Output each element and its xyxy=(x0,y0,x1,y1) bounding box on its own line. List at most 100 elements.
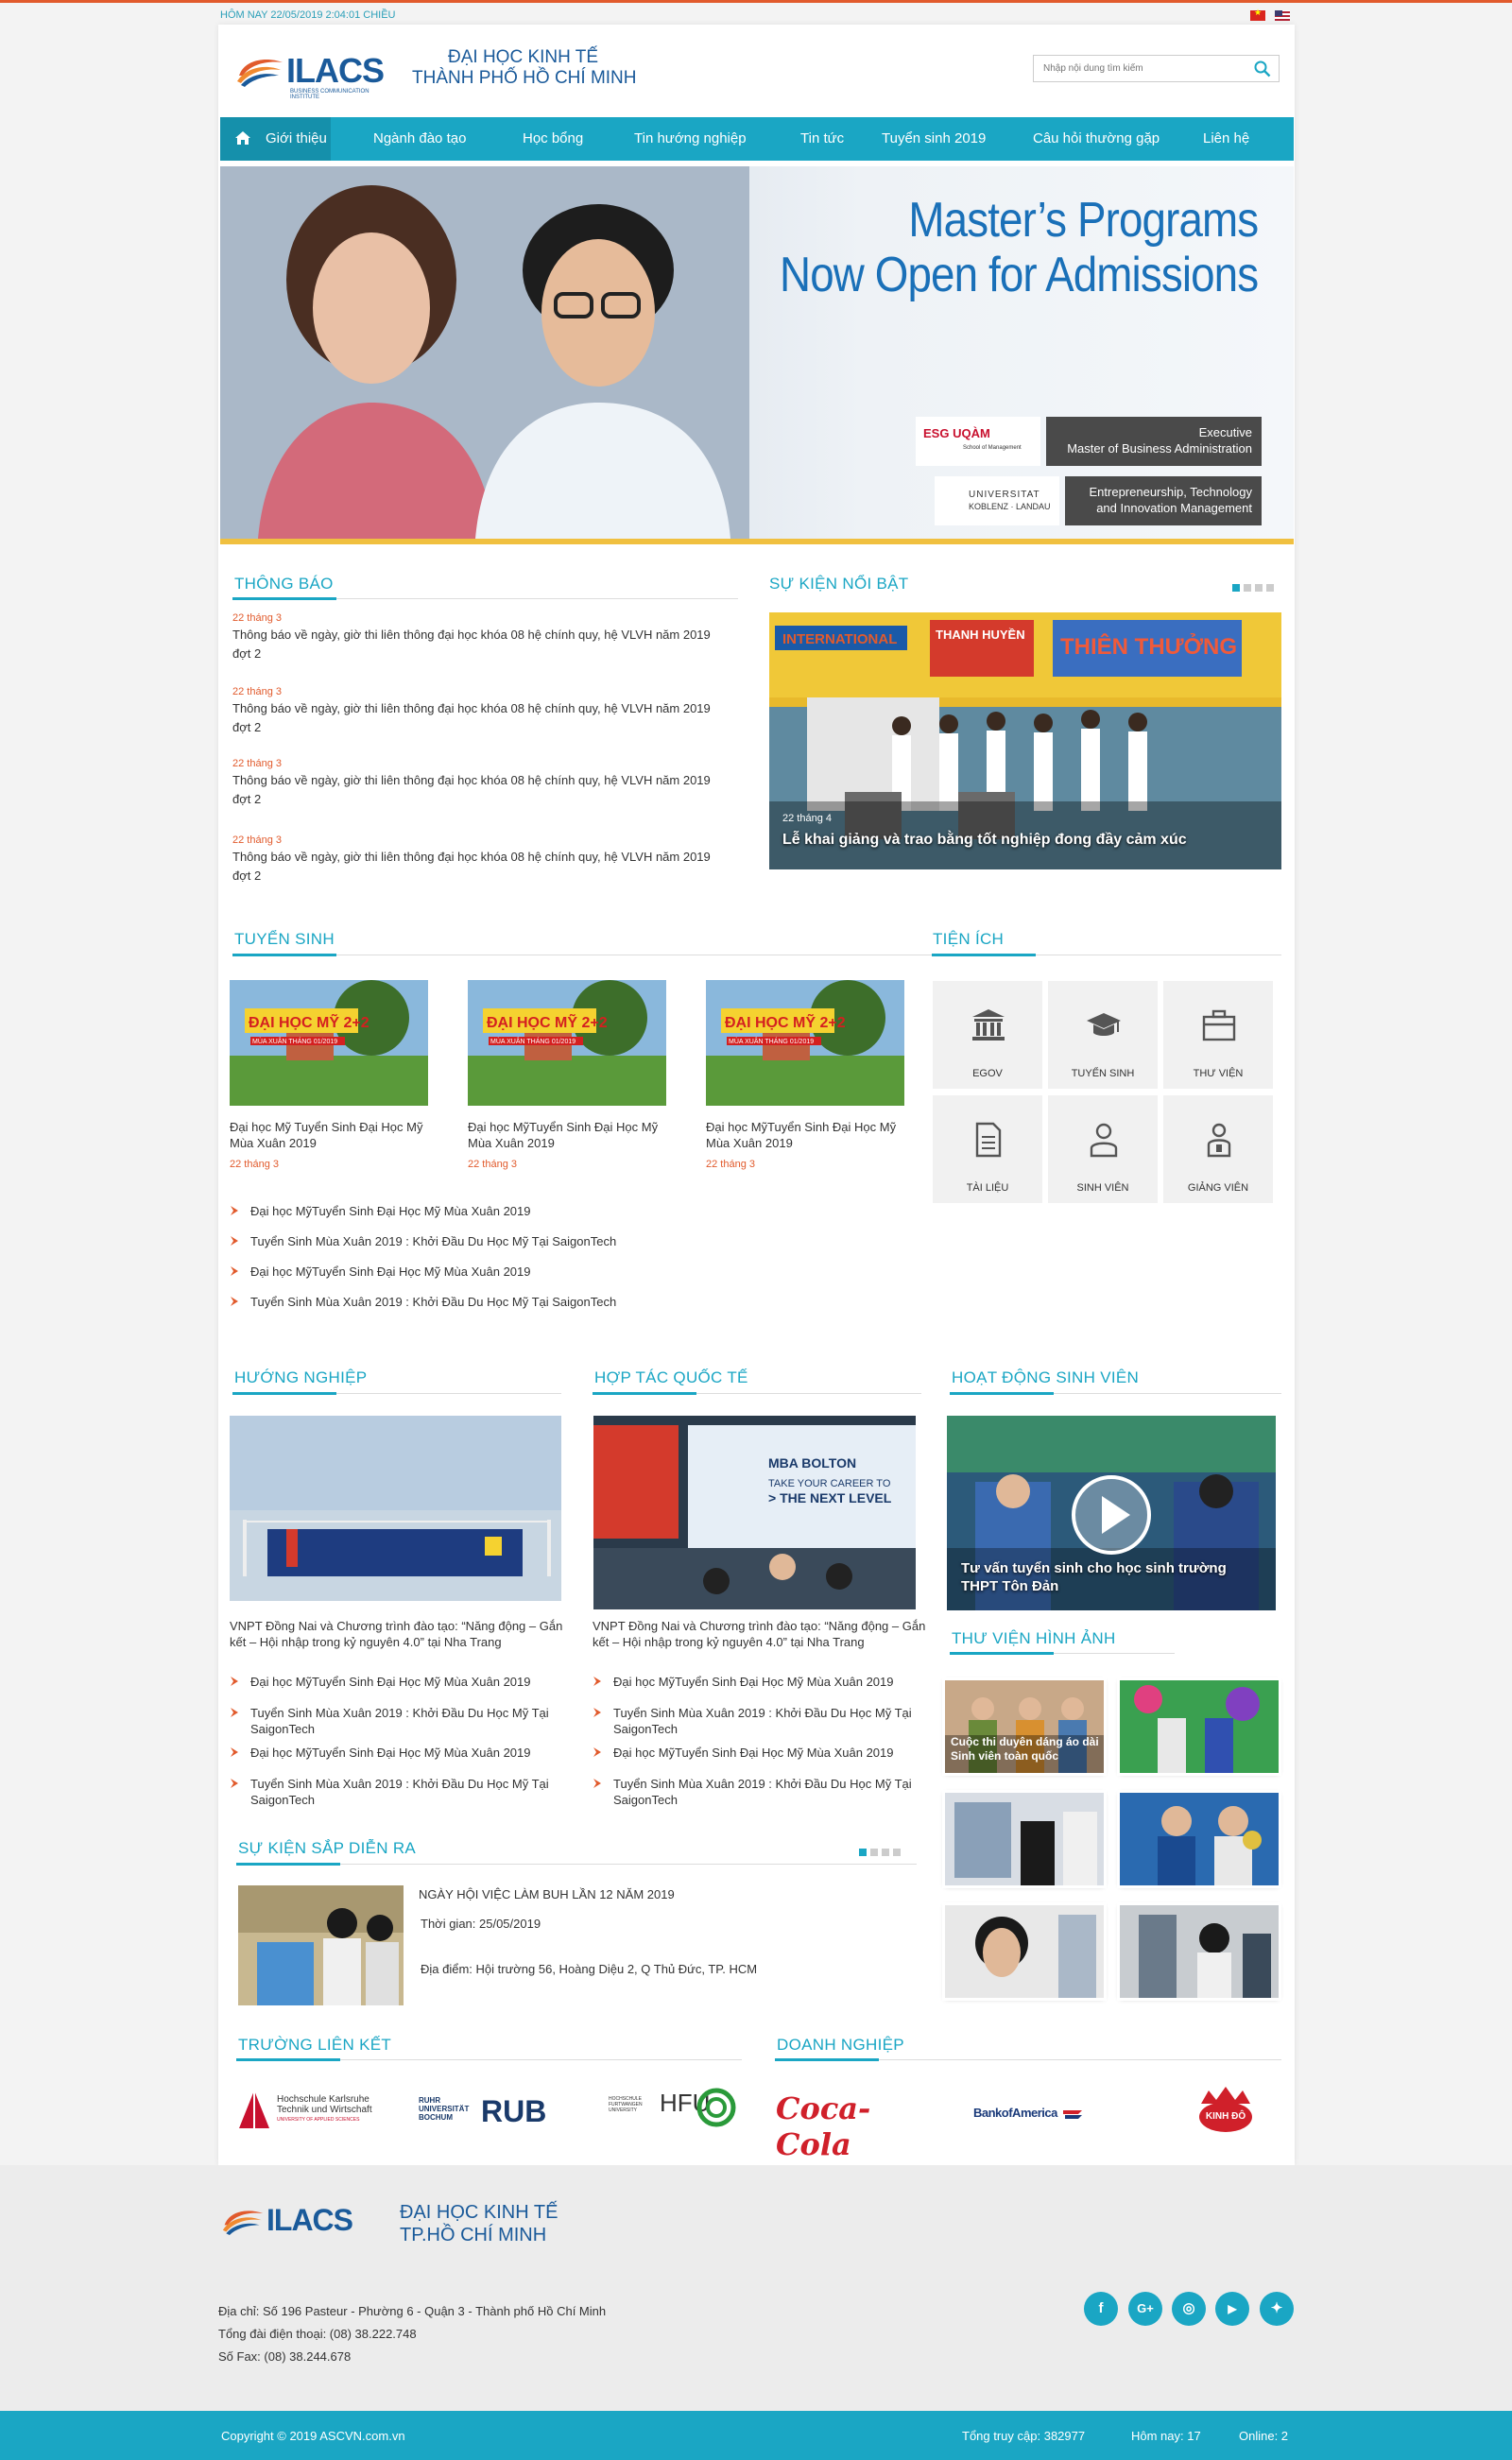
search-input[interactable] xyxy=(1034,56,1242,80)
notice-text[interactable]: Thông báo về ngày, giờ thi liên thông đạ… xyxy=(232,771,724,809)
list-item-label[interactable]: Tuyển Sinh Mùa Xuân 2019 : Khởi Đầu Du H… xyxy=(613,1706,912,1736)
cooperation-headline[interactable]: VNPT Đồng Nai và Chương trình đào tạo: “… xyxy=(593,1618,928,1650)
list-item-label[interactable]: Tuyển Sinh Mùa Xuân 2019 : Khởi Đầu Du H… xyxy=(613,1777,912,1807)
chevron-right-icon xyxy=(231,1297,238,1306)
list-item[interactable]: Tuyển Sinh Mùa Xuân 2019 : Khởi Đầu Du H… xyxy=(593,1705,919,1737)
ruhr-bochum-logo[interactable]: RUHR UNIVERSITÄT BOCHUM RUB xyxy=(419,2094,551,2132)
list-item-label[interactable]: Tuyển Sinh Mùa Xuân 2019 : Khởi Đầu Du H… xyxy=(250,1777,549,1807)
gallery-thumb[interactable] xyxy=(1120,1905,1279,1998)
list-item-label[interactable]: Tuyển Sinh Mùa Xuân 2019 : Khởi Đầu Du H… xyxy=(250,1295,616,1309)
list-item[interactable]: Tuyển Sinh Mùa Xuân 2019 : Khởi Đầu Du H… xyxy=(230,1705,551,1737)
featured-caption[interactable]: Lễ khai giảng và trao bằng tốt nghiệp đo… xyxy=(782,832,1187,849)
upcoming-event-title[interactable]: NGÀY HỘI VIỆC LÀM BUH LẦN 12 NĂM 2019 xyxy=(419,1887,675,1901)
logo-swirl-icon xyxy=(237,59,283,87)
career-headline[interactable]: VNPT Đồng Nai và Chương trình đào tạo: “… xyxy=(230,1618,565,1650)
list-item-label[interactable]: Đại học MỹTuyển Sinh Đại Học Mỹ Mùa Xuân… xyxy=(250,1675,531,1689)
list-item[interactable]: Đại học MỹTuyển Sinh Đại Học Mỹ Mùa Xuân… xyxy=(593,1674,919,1690)
list-item-label[interactable]: Tuyển Sinh Mùa Xuân 2019 : Khởi Đầu Du H… xyxy=(250,1234,616,1248)
admission-card-image[interactable]: ĐẠI HỌC MỸ 2+2 MÙA XUÂN THÁNG 01/2019 xyxy=(706,980,904,1106)
bank-of-america-logo[interactable]: BankofAmerica xyxy=(973,2106,1106,2125)
page-container: ILACS BUSINESS COMMUNICATION INSTITUTE Đ… xyxy=(218,25,1295,2165)
kinh-do-logo[interactable]: KINH ĐÔ xyxy=(1195,2083,1256,2134)
student-video[interactable]: Tư vấn tuyển sinh cho học sinh trường TH… xyxy=(947,1416,1276,1610)
admission-card[interactable]: ĐẠI HỌC MỸ 2+2 MÙA XUÂN THÁNG 01/2019 Đại… xyxy=(230,980,428,1170)
student-caption[interactable]: Tư vấn tuyển sinh cho học sinh trường TH… xyxy=(961,1559,1263,1595)
admission-card-title[interactable]: Đại học Mỹ Tuyển Sinh Đại Học Mỹ Mùa Xuâ… xyxy=(230,1119,428,1151)
university-name-line1: ĐẠI HỌC KINH TẾ xyxy=(448,47,599,67)
utility-sinh-vien[interactable]: SINH VIÊN xyxy=(1048,1095,1158,1203)
admission-card-title[interactable]: Đại học MỹTuyển Sinh Đại Học Mỹ Mùa Xuân… xyxy=(706,1119,904,1151)
list-item[interactable]: Đại học MỹTuyển Sinh Đại Học Mỹ Mùa Xuân… xyxy=(230,1264,721,1280)
gallery-thumb[interactable]: Cuộc thi duyên dáng áo dài Sinh viên toà… xyxy=(945,1680,1104,1773)
utility-giang-vien[interactable]: GIẢNG VIÊN xyxy=(1163,1095,1273,1203)
notice-item[interactable]: 22 tháng 3 Thông báo về ngày, giờ thi li… xyxy=(232,834,724,886)
utility-egov[interactable]: EGOV xyxy=(933,981,1042,1089)
list-item-label[interactable]: Đại học MỹTuyển Sinh Đại Học Mỹ Mùa Xuân… xyxy=(250,1746,531,1760)
graduation-cap-icon xyxy=(1087,1013,1121,1036)
twitter-icon[interactable]: ✦ xyxy=(1260,2292,1294,2326)
notice-text[interactable]: Thông báo về ngày, giờ thi liên thông đạ… xyxy=(232,699,724,737)
upcoming-event-image[interactable] xyxy=(238,1885,404,2005)
coca-cola-logo[interactable]: Coca-Cola xyxy=(776,2090,899,2162)
admission-card-image[interactable]: ĐẠI HỌC MỸ 2+2 MÙA XUÂN THÁNG 01/2019 xyxy=(468,980,666,1106)
nav-item-cau-hoi[interactable]: Câu hỏi thường gặp xyxy=(1033,117,1160,161)
youtube-icon[interactable]: ▶ xyxy=(1215,2292,1249,2326)
admission-card[interactable]: ĐẠI HỌC MỸ 2+2 MÙA XUÂN THÁNG 01/2019 Đại… xyxy=(706,980,904,1170)
google-plus-icon[interactable]: G+ xyxy=(1128,2292,1162,2326)
notice-item[interactable]: 22 tháng 3 Thông báo về ngày, giờ thi li… xyxy=(232,686,724,737)
list-item[interactable]: Đại học MỹTuyển Sinh Đại Học Mỹ Mùa Xuân… xyxy=(230,1674,551,1690)
notice-item[interactable]: 22 tháng 3 Thông báo về ngày, giờ thi li… xyxy=(232,612,724,663)
upcoming-slider-dots[interactable] xyxy=(859,1845,904,1856)
list-item[interactable]: Tuyển Sinh Mùa Xuân 2019 : Khởi Đầu Du H… xyxy=(230,1776,551,1808)
list-item[interactable]: Tuyển Sinh Mùa Xuân 2019 : Khởi Đầu Du H… xyxy=(593,1776,919,1808)
search-icon[interactable] xyxy=(1254,60,1271,77)
notice-text[interactable]: Thông báo về ngày, giờ thi liên thông đạ… xyxy=(232,626,724,663)
gallery-thumb[interactable] xyxy=(945,1905,1104,1998)
list-item-label[interactable]: Đại học MỹTuyển Sinh Đại Học Mỹ Mùa Xuân… xyxy=(250,1264,531,1279)
cooperation-image[interactable]: MBA BOLTON TAKE YOUR CAREER TO > THE NEXT … xyxy=(593,1416,916,1609)
nav-item-gioi-thieu[interactable]: Giới thiệu xyxy=(220,117,331,161)
nav-item-nganh-dao-tao[interactable]: Ngành đào tạo xyxy=(373,117,466,161)
admission-card-title[interactable]: Đại học MỹTuyển Sinh Đại Học Mỹ Mùa Xuân… xyxy=(468,1119,666,1151)
utility-tuyen-sinh[interactable]: TUYỂN SINH xyxy=(1048,981,1158,1089)
list-item[interactable]: Tuyển Sinh Mùa Xuân 2019 : Khởi Đầu Du H… xyxy=(230,1294,721,1310)
nav-item-tin-tuc[interactable]: Tin tức xyxy=(800,117,844,161)
hero-banner[interactable]: Master’s Programs Now Open for Admission… xyxy=(220,166,1294,539)
admission-card[interactable]: ĐẠI HỌC MỸ 2+2 MÙA XUÂN THÁNG 01/2019 Đại… xyxy=(468,980,666,1170)
hfu-logo[interactable]: HOCHSCHULE FURTWANGEN UNIVERSITY HFU xyxy=(609,2085,741,2132)
facebook-icon[interactable]: f xyxy=(1084,2292,1118,2326)
site-logo[interactable]: ILACS BUSINESS COMMUNICATION INSTITUTE xyxy=(235,47,391,100)
nav-item-tin-huong-nghiep[interactable]: Tin hướng nghiệp xyxy=(634,117,747,161)
admission-card-image[interactable]: ĐẠI HỌC MỸ 2+2 MÙA XUÂN THÁNG 01/2019 xyxy=(230,980,428,1106)
list-item[interactable]: Tuyển Sinh Mùa Xuân 2019 : Khởi Đầu Du H… xyxy=(230,1233,721,1249)
hochschule-karlsruhe-logo[interactable]: Hochschule Karlsruhe Technik und Wirtsch… xyxy=(235,2087,377,2134)
notice-item[interactable]: 22 tháng 3 Thông báo về ngày, giờ thi li… xyxy=(232,758,724,809)
career-image[interactable] xyxy=(230,1416,561,1601)
notice-text[interactable]: Thông báo về ngày, giờ thi liên thông đạ… xyxy=(232,848,724,886)
english-flag-icon[interactable] xyxy=(1275,10,1290,21)
featured-event[interactable]: INTERNATIONAL THANH HUYỀN THIÊN THƯỞNG 2… xyxy=(769,612,1281,869)
notice-date: 22 tháng 3 xyxy=(232,686,282,697)
gallery-thumb[interactable] xyxy=(1120,1680,1279,1773)
utility-thu-vien[interactable]: THƯ VIỆN xyxy=(1163,981,1273,1089)
esg-logo-sub: School of Management xyxy=(963,445,1022,451)
nav-item-lien-he[interactable]: Liên hệ xyxy=(1203,117,1249,161)
list-item[interactable]: Đại học MỹTuyển Sinh Đại Học Mỹ Mùa Xuân… xyxy=(593,1745,919,1761)
svg-text:> THE NEXT LEVEL: > THE NEXT LEVEL xyxy=(768,1490,892,1505)
list-item-label[interactable]: Đại học MỹTuyển Sinh Đại Học Mỹ Mùa Xuân… xyxy=(613,1675,894,1689)
list-item[interactable]: Đại học MỹTuyển Sinh Đại Học Mỹ Mùa Xuân… xyxy=(230,1203,721,1219)
featured-slider-dots[interactable] xyxy=(1232,580,1278,592)
list-item-label[interactable]: Đại học MỹTuyển Sinh Đại Học Mỹ Mùa Xuân… xyxy=(613,1746,894,1760)
list-item-label[interactable]: Đại học MỹTuyển Sinh Đại Học Mỹ Mùa Xuân… xyxy=(250,1204,531,1218)
list-item[interactable]: Đại học MỹTuyển Sinh Đại Học Mỹ Mùa Xuân… xyxy=(230,1745,551,1761)
nav-item-tuyen-sinh-2019[interactable]: Tuyển sinh 2019 xyxy=(882,117,986,161)
gallery-thumb[interactable] xyxy=(945,1793,1104,1885)
play-icon[interactable] xyxy=(1069,1472,1154,1557)
list-item-label[interactable]: Tuyển Sinh Mùa Xuân 2019 : Khởi Đầu Du H… xyxy=(250,1706,549,1736)
instagram-icon[interactable]: ◎ xyxy=(1172,2292,1206,2326)
vietnamese-flag-icon[interactable] xyxy=(1250,8,1265,21)
nav-item-hoc-bong[interactable]: Học bổng xyxy=(523,117,583,161)
footer-logo[interactable]: ILACS xyxy=(217,2193,378,2245)
utility-tai-lieu[interactable]: TÀI LIỆU xyxy=(933,1095,1042,1203)
gallery-thumb[interactable] xyxy=(1120,1793,1279,1885)
